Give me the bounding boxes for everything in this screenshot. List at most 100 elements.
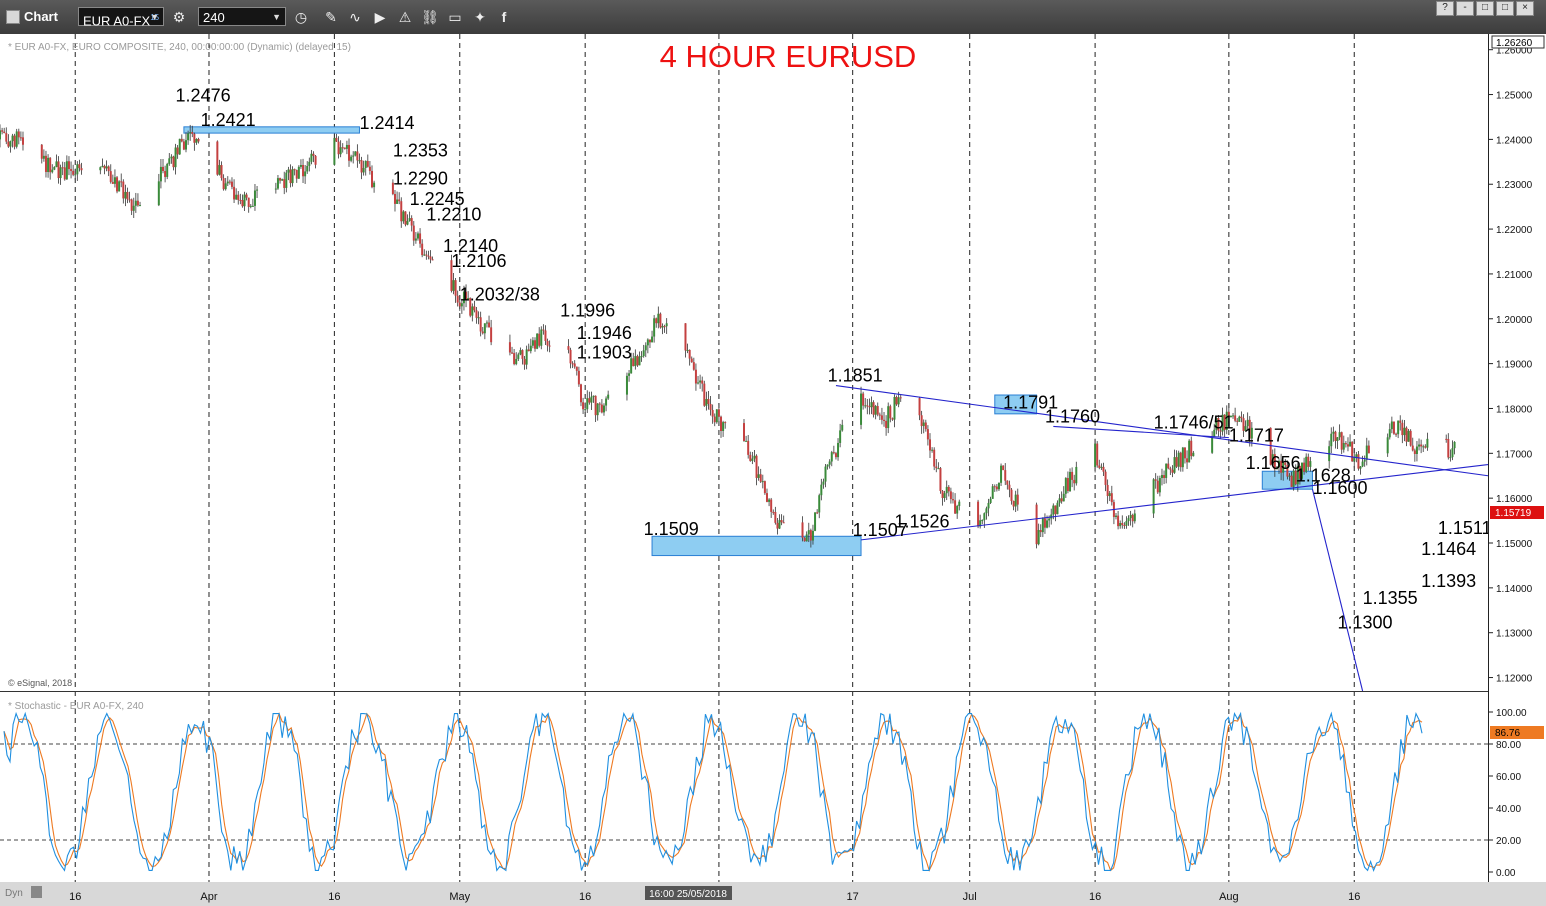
candle-body [362, 167, 365, 173]
twitter-icon[interactable]: ✦ [471, 8, 489, 26]
interval-input[interactable]: 240 ▼ [198, 7, 286, 26]
y-tick-label: 1.16000 [1496, 494, 1533, 505]
pencil-icon[interactable]: ✎ [322, 8, 340, 26]
close-button[interactable]: × [1516, 1, 1534, 16]
lock-icon[interactable] [31, 886, 42, 898]
chart-canvas[interactable]: 1.24761.2421 1.24141.23531.22901.22451.22… [0, 34, 1546, 906]
candle-body [343, 147, 346, 149]
candle-body [101, 165, 104, 168]
stoch-y-tick-label: 100.00 [1496, 708, 1527, 719]
clock-icon[interactable]: ◷ [292, 8, 310, 26]
minimize-button[interactable]: - [1456, 1, 1474, 16]
candle-body [1290, 475, 1293, 487]
x-tick-label: Jul [963, 891, 977, 903]
line-icon[interactable]: ∿ [346, 8, 364, 26]
candle-body [314, 155, 317, 165]
link-icon[interactable]: ⛓ [421, 8, 439, 26]
candle-body [1046, 520, 1049, 528]
maximize-button[interactable]: □ [1496, 1, 1514, 16]
candle-body [47, 157, 50, 173]
candle-body [299, 164, 302, 167]
candle-body [1392, 421, 1395, 434]
candle-body [1119, 522, 1122, 527]
candle-body [523, 358, 526, 365]
chevron-down-icon[interactable]: ▼ [150, 8, 159, 27]
settings-icon[interactable]: ⚙ [170, 8, 188, 26]
y-tick-label: 1.20000 [1496, 315, 1533, 326]
candle-body [540, 329, 543, 346]
restore-button[interactable]: □ [1476, 1, 1494, 16]
candle-body [715, 409, 718, 423]
candle-body [251, 205, 254, 207]
x-tick-label: 16 [328, 891, 340, 903]
candle-body [753, 455, 756, 459]
candle-body [276, 178, 279, 189]
candle-body [1359, 466, 1362, 469]
candle-body [429, 256, 432, 260]
candle-body [1037, 530, 1040, 545]
candle-body [454, 280, 457, 296]
stoch-y-tick-label: 60.00 [1496, 772, 1521, 783]
stoch-y-tick-label: 20.00 [1496, 836, 1521, 847]
candle-body [185, 140, 187, 150]
facebook-icon[interactable]: f [495, 8, 513, 26]
candle-body [132, 205, 135, 211]
candle-body [11, 135, 14, 142]
candle-body [663, 326, 666, 328]
candle-body [1123, 525, 1126, 527]
candle-body [1336, 437, 1339, 441]
candle-body [573, 363, 576, 367]
price-annotation: 1.1717 [1229, 426, 1284, 446]
alert-icon[interactable]: ⚠ [396, 8, 414, 26]
candle-body [1183, 447, 1186, 459]
candle-body [1413, 450, 1416, 454]
candle-body [596, 403, 599, 416]
time-axis-bar[interactable] [0, 882, 1546, 906]
candle-body [302, 164, 305, 177]
candle-body [755, 455, 758, 478]
candle-body [107, 166, 110, 172]
candle-body [841, 424, 844, 431]
candle-body [452, 280, 455, 291]
candle-body [475, 310, 478, 318]
candle-body [1188, 440, 1191, 463]
candle-body [1234, 415, 1237, 421]
candle-body [485, 322, 488, 324]
price-axis[interactable]: 1.260001.250001.240001.230001.220001.210… [1488, 34, 1546, 882]
candle-body [1048, 518, 1051, 521]
candle-body [1447, 438, 1450, 458]
candle-body [605, 398, 608, 406]
chevron-down-icon[interactable]: ▼ [272, 8, 281, 27]
candle-body [1094, 443, 1097, 467]
candle-body [546, 341, 549, 346]
chat-icon[interactable]: ▭ [446, 8, 464, 26]
candle-body [134, 200, 137, 206]
symbol-input[interactable]: EUR A0-FX15 ▼ [78, 7, 164, 28]
candle-body [1390, 421, 1393, 430]
candle-body [625, 375, 628, 395]
candle-body [1041, 518, 1044, 533]
candle-body [837, 442, 840, 458]
candle-body [1117, 515, 1120, 527]
candle-body [193, 133, 196, 143]
candle-body [414, 238, 417, 241]
candle-body [419, 233, 422, 244]
candle-body [770, 499, 773, 512]
y-tick-label: 1.18000 [1496, 404, 1533, 415]
candle-body [983, 513, 986, 521]
price-pane-header: * EUR A0-FX, EURO COMPOSITE, 240, 00:00:… [8, 42, 351, 53]
price-annotation: 1.2210 [426, 205, 481, 225]
y-tick-label: 1.21000 [1496, 270, 1533, 281]
candle-body [348, 144, 351, 161]
candle-body [42, 155, 45, 159]
candle-body [40, 144, 43, 159]
play-icon[interactable]: ▶ [371, 8, 389, 26]
help-button[interactable]: ? [1436, 1, 1454, 16]
candle-body [122, 181, 125, 199]
candle-body [1405, 427, 1408, 442]
dyn-label[interactable]: Dyn [5, 888, 23, 899]
candle-body [116, 177, 119, 192]
price-annotation: 1.1851 [828, 366, 883, 386]
candle-body [956, 506, 959, 514]
price-annotation: 1.1355 [1363, 588, 1418, 608]
